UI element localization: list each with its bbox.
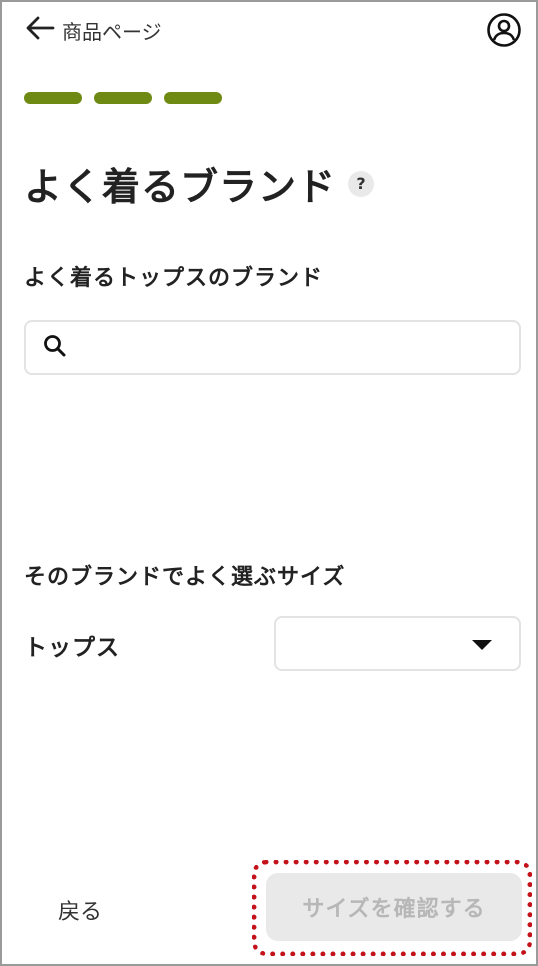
tops-size-select[interactable] — [274, 616, 521, 671]
tops-brand-label: よく着るトップスのブランド — [24, 266, 324, 291]
progress-step — [164, 92, 222, 104]
search-icon — [42, 333, 68, 363]
arrow-left-icon — [24, 14, 56, 46]
tops-size-label: トップス — [24, 635, 120, 661]
size-section-label: そのブランドでよく選ぶサイズ — [24, 565, 346, 590]
user-circle-icon — [486, 13, 522, 52]
back-label: 商品ページ — [62, 19, 162, 44]
caret-down-icon — [472, 640, 492, 650]
progress-step — [24, 92, 82, 104]
title-row: よく着るブランド ? — [24, 156, 375, 211]
brand-search-field[interactable] — [24, 320, 521, 375]
progress-step — [94, 92, 152, 104]
confirm-size-button[interactable]: サイズを確認する — [266, 873, 522, 941]
page-title: よく着るブランド — [24, 165, 337, 209]
back-to-product-button[interactable]: 商品ページ — [24, 12, 162, 48]
back-button[interactable]: 戻る — [58, 894, 102, 926]
brand-search-input[interactable] — [76, 322, 519, 373]
header: 商品ページ — [24, 12, 522, 48]
help-icon[interactable]: ? — [348, 170, 375, 197]
progress-indicator — [24, 92, 222, 104]
app-frame: 商品ページ よく着るブランド ? よく着るトップスのブランド そのブランドでよく… — [0, 0, 538, 966]
account-button[interactable] — [486, 12, 522, 48]
